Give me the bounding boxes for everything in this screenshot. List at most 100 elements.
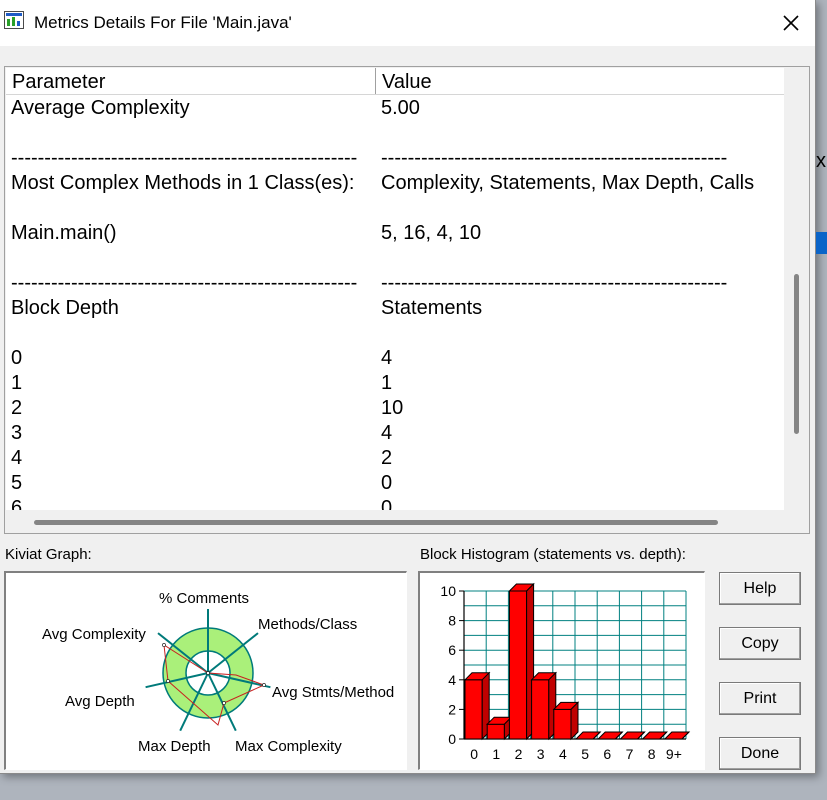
x-tick-label: 3 [537, 746, 545, 762]
table-row[interactable] [6, 120, 784, 145]
parameter-cell: 1 [11, 372, 23, 394]
table-row[interactable]: 2 10 [6, 395, 784, 420]
x-tick-label: 1 [492, 746, 500, 762]
histogram-bar [464, 679, 483, 740]
background-window-selection [816, 232, 827, 254]
print-button[interactable]: Print [719, 682, 801, 715]
value-cell: 4 [381, 347, 393, 369]
list-header: Parameter Value [6, 68, 784, 95]
histogram-svg: 02468100 1 2 3 4 5 6 7 8 9+ [440, 582, 691, 762]
table-row[interactable]: Block Depth Statements [6, 295, 784, 320]
value-cell: Complexity, Statements, Max Depth, Calls [381, 172, 755, 194]
table-row[interactable]: 11 [6, 370, 784, 395]
value-cell: 2 [381, 447, 393, 469]
x-tick-label: 7 [626, 746, 634, 762]
metrics-list-viewport: Parameter Value Average Complexity 5.00 --… [6, 68, 784, 510]
column-header-value[interactable]: Value [376, 68, 784, 94]
title-bar: Metrics Details For File 'Main.java' [0, 0, 815, 46]
parameter-cell: Block Depth [11, 297, 119, 319]
list-rows: Average Complexity 5.00 ------------------… [6, 95, 784, 510]
table-row[interactable]: 60 [6, 495, 784, 510]
histogram-bar [531, 679, 550, 740]
kiviat-axis-label: Avg Stmts/Method [272, 684, 394, 701]
x-tick-label: 2 [515, 746, 523, 762]
close-button[interactable] [772, 6, 810, 40]
value-cell: 0 [381, 472, 393, 494]
x-tick-label: 4 [559, 746, 567, 762]
metrics-dialog: Metrics Details For File 'Main.java' Par… [0, 0, 816, 774]
table-row[interactable]: Most Complex Methods in 1 Class(es): Comp… [6, 170, 784, 195]
parameter-cell: ----------------------------------------… [11, 272, 358, 294]
histogram-bar [486, 723, 505, 740]
value-cell: 10 [381, 397, 404, 419]
kiviat-axis-label: Methods/Class [258, 616, 357, 633]
kiviat-graph: % Comments Methods/Class Avg Stmts/Metho… [4, 571, 407, 770]
table-row[interactable] [6, 320, 784, 345]
app-icon [4, 11, 24, 29]
table-row[interactable]: 50 [6, 470, 784, 495]
vertical-scrollbar[interactable] [785, 68, 809, 510]
table-row[interactable] [6, 195, 784, 220]
y-tick-label: 10 [440, 583, 456, 599]
kiviat-axis-label: Max Depth [138, 738, 211, 755]
value-cell: 0 [381, 497, 393, 510]
kiviat-label: Kiviat Graph: [5, 546, 92, 563]
kiviat-axis-label: % Comments [159, 590, 249, 607]
parameter-cell: 4 [11, 447, 23, 469]
background-window-close-fragment: x [816, 150, 826, 172]
parameter-cell: Most Complex Methods in 1 Class(es): [11, 172, 355, 194]
metrics-list[interactable]: Parameter Value Average Complexity 5.00 --… [4, 66, 810, 534]
horizontal-scroll-thumb[interactable] [34, 520, 718, 525]
y-tick-label: 0 [448, 731, 456, 747]
value-cell: 4 [381, 422, 393, 444]
close-icon [783, 15, 799, 31]
x-tick-label: 5 [581, 746, 589, 762]
value-cell: ----------------------------------------… [381, 147, 728, 169]
window-title: Metrics Details For File 'Main.java' [34, 13, 292, 32]
y-tick-label: 4 [448, 672, 456, 688]
parameter-cell: 0 [11, 347, 23, 369]
x-tick-label: 6 [603, 746, 611, 762]
table-row[interactable]: 42 [6, 445, 784, 470]
y-tick-label: 2 [448, 701, 456, 717]
parameter-cell: 2 [11, 397, 23, 419]
column-header-parameter[interactable]: Parameter [6, 68, 375, 94]
vertical-scroll-thumb[interactable] [794, 274, 799, 434]
table-row[interactable]: Main.main() 5, 16, 4, 10 [6, 220, 784, 245]
parameter-cell: 6 [11, 497, 23, 510]
help-button[interactable]: Help [719, 572, 801, 605]
copy-button[interactable]: Copy [719, 627, 801, 660]
table-row[interactable]: ----------------------------------------… [6, 145, 784, 170]
histogram-label: Block Histogram (statements vs. depth): [420, 546, 686, 563]
parameter-cell: Average Complexity [11, 97, 190, 119]
histogram-bar [508, 590, 528, 740]
block-histogram: 0 2 4 6 8 10 0 1 2 3 4 5 6 7 8 9+ [418, 571, 705, 770]
table-row[interactable]: ----------------------------------------… [6, 270, 784, 295]
x-tick-label: 8 [648, 746, 656, 762]
y-tick-label: 6 [448, 642, 456, 658]
table-row[interactable]: Average Complexity 5.00 [6, 95, 784, 120]
done-button[interactable]: Done [719, 737, 801, 770]
kiviat-svg: % Comments Methods/Class Avg Stmts/Metho… [42, 590, 394, 755]
value-cell: 1 [381, 372, 393, 394]
parameter-cell: Main.main() [11, 222, 117, 244]
value-cell: 5, 16, 4, 10 [381, 222, 482, 244]
y-tick-label: 8 [448, 613, 456, 629]
value-cell: Statements [381, 297, 483, 319]
table-row[interactable] [6, 245, 784, 270]
parameter-cell: 3 [11, 422, 23, 444]
horizontal-scrollbar[interactable] [6, 511, 784, 533]
value-cell: ----------------------------------------… [381, 272, 728, 294]
table-row[interactable]: 04 [6, 345, 784, 370]
parameter-cell: 5 [11, 472, 23, 494]
parameter-cell: ----------------------------------------… [11, 147, 358, 169]
x-tick-label: 9+ [666, 746, 682, 762]
x-tick-label: 0 [470, 746, 478, 762]
kiviat-axis-label: Avg Depth [65, 693, 135, 710]
value-cell: 5.00 [381, 97, 420, 119]
table-row[interactable]: 34 [6, 420, 784, 445]
histogram-bar [553, 708, 572, 740]
kiviat-axis-label: Max Complexity [235, 738, 342, 755]
kiviat-axis-label: Avg Complexity [42, 626, 146, 643]
histogram-bar-side [570, 701, 579, 741]
